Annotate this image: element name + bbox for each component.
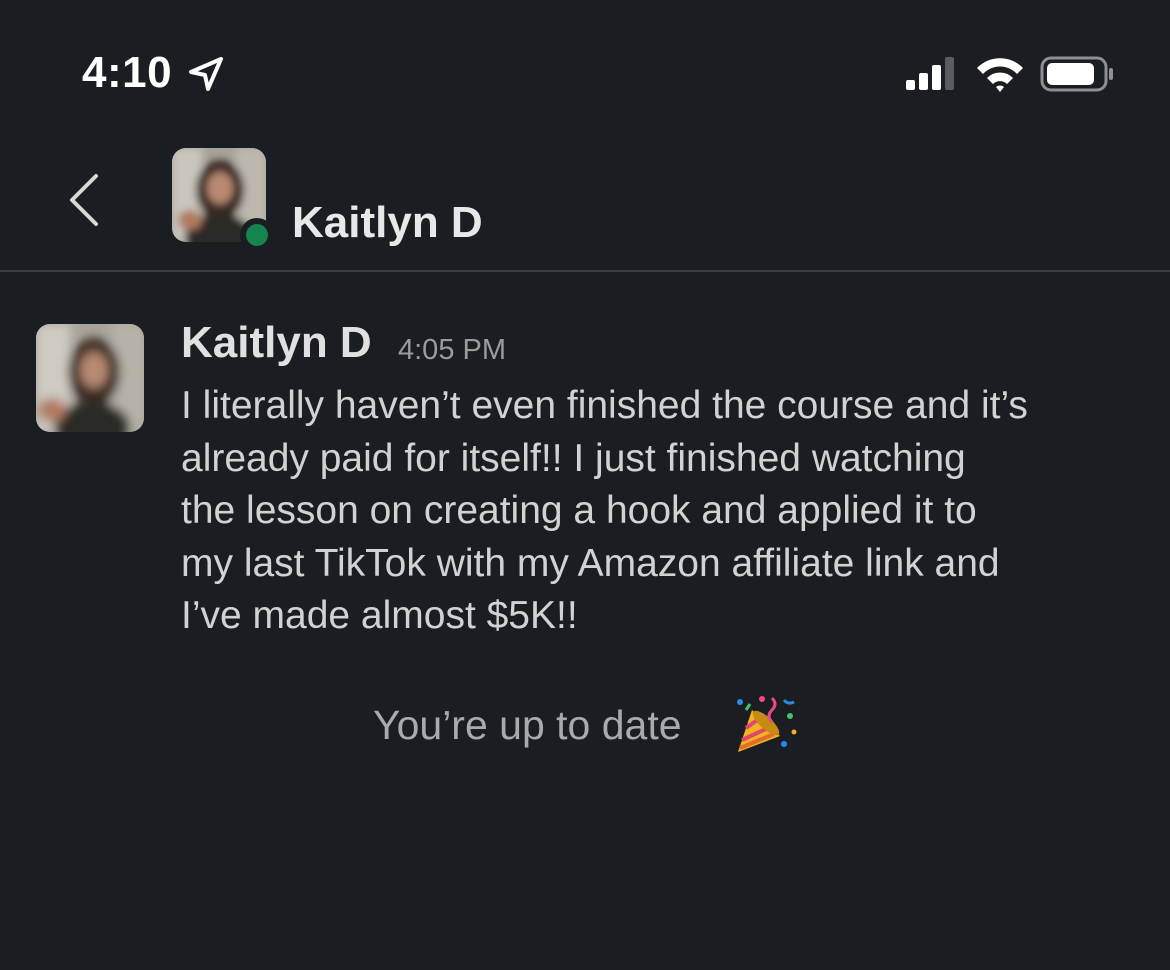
message-timestamp[interactable]: 4:05 PM (398, 334, 506, 367)
conversation-title[interactable]: Kaitlyn D (292, 198, 483, 248)
message-line: my last TikTok with my Amazon affiliate … (181, 541, 1000, 585)
party-popper-icon (737, 696, 797, 752)
status-time: 4:10 (82, 48, 173, 97)
message-author-name[interactable]: Kaitlyn D (181, 318, 372, 368)
online-status-dot (240, 218, 274, 252)
message-body[interactable]: I literally haven’t even finished the co… (181, 380, 1141, 643)
message-line: I’ve made almost $5K!! (181, 594, 578, 637)
message-line: the lesson on creating a hook and applie… (181, 489, 977, 532)
message-line: already paid for itself!! I just finishe… (181, 436, 966, 480)
message-line: I literally haven’t even finished the co… (181, 384, 1028, 427)
message-author-avatar[interactable] (36, 324, 144, 432)
battery-icon (1040, 56, 1113, 92)
header-divider (0, 270, 1170, 272)
wifi-icon (977, 58, 1023, 92)
back-chevron-icon[interactable] (62, 170, 110, 230)
up-to-date-label: You’re up to date (373, 702, 682, 748)
location-arrow-icon (189, 57, 223, 91)
screen: 4:10 Kaitlyn D Kaitlyn D 4:05 PM I liter… (0, 0, 1170, 970)
cellular-signal-icon (906, 57, 954, 90)
